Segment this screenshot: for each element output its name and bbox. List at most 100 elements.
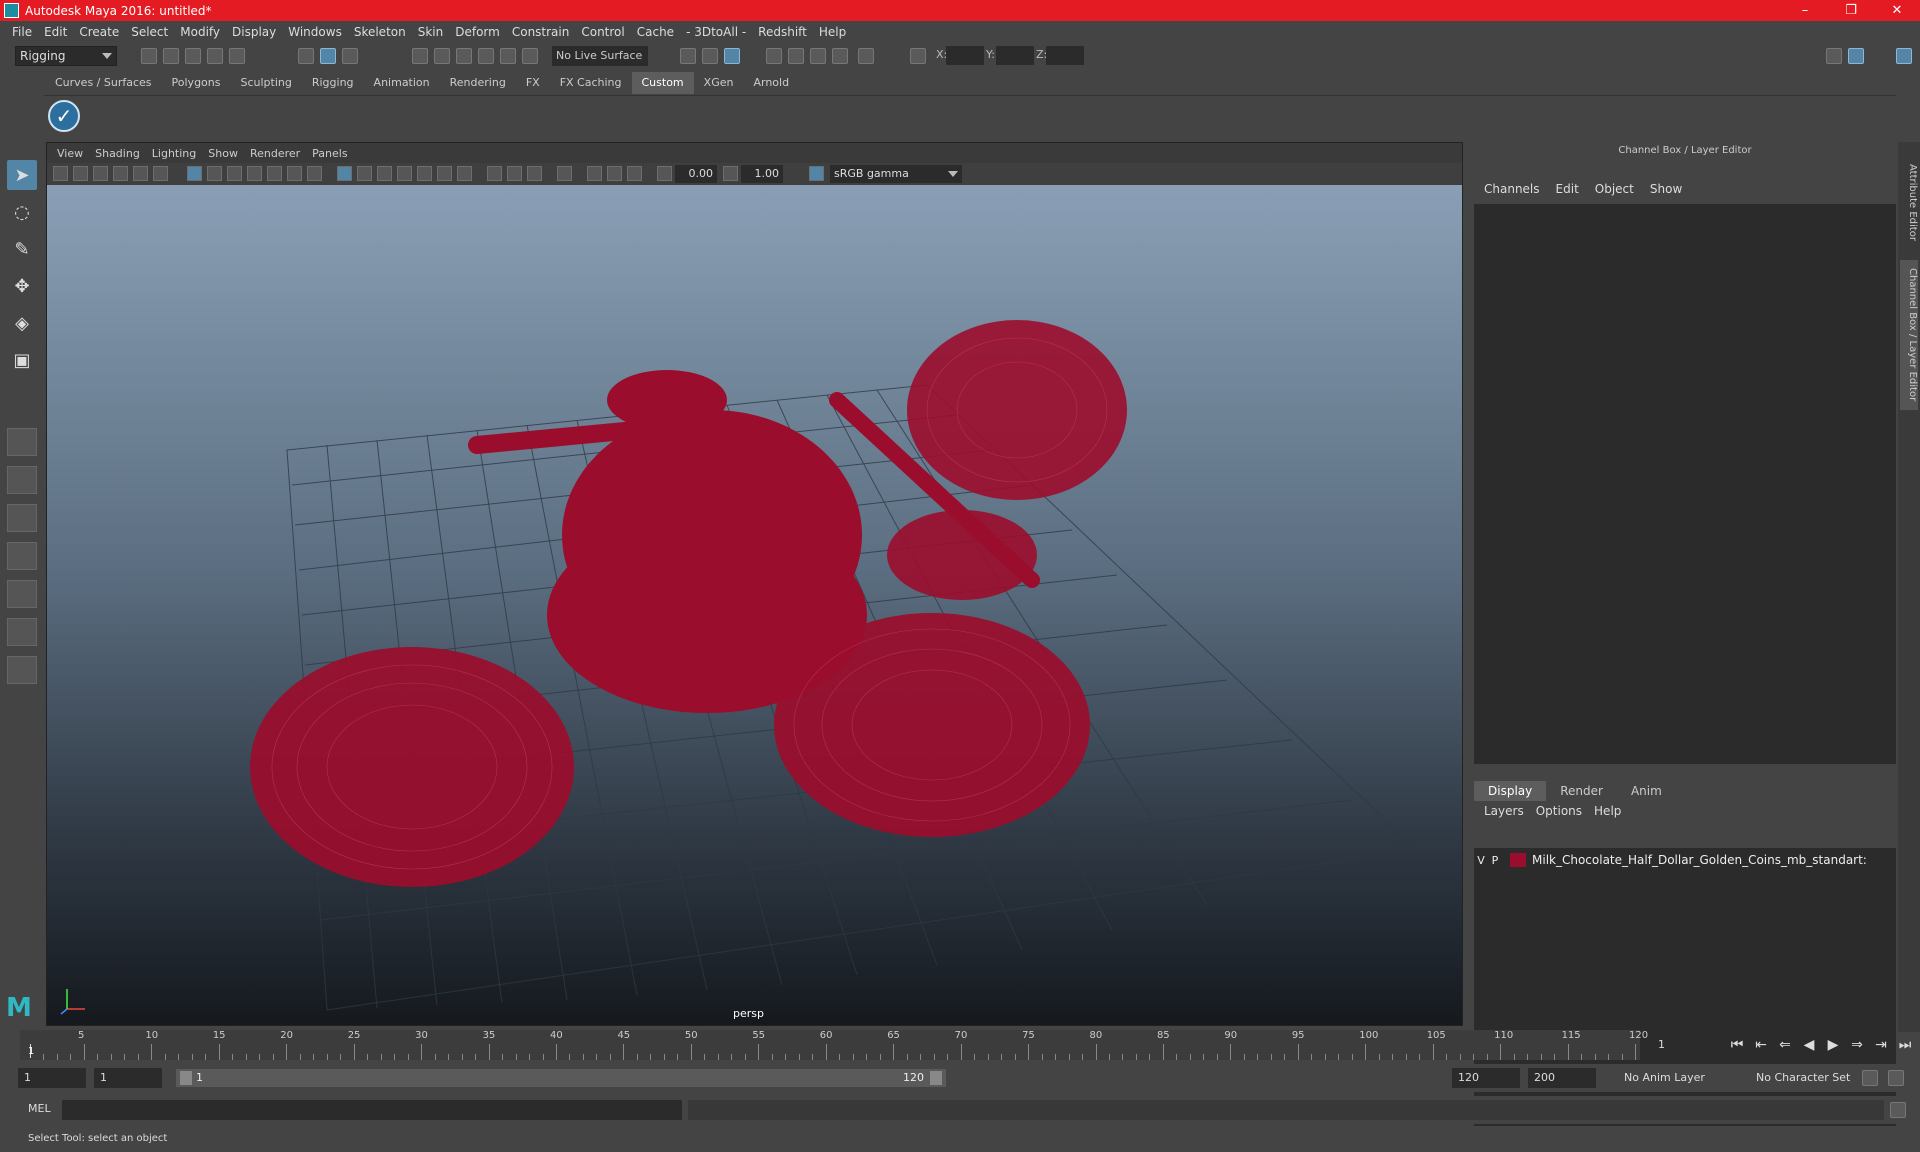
menu-help[interactable]: Help — [813, 25, 852, 39]
shelf-tab-xgen[interactable]: XGen — [694, 72, 744, 94]
layer-tab-display[interactable]: Display — [1474, 781, 1547, 801]
safe-action-icon[interactable] — [287, 166, 302, 181]
paint-select-tool-icon[interactable]: ✎ — [7, 234, 37, 264]
four-view-layout-icon[interactable] — [7, 466, 37, 494]
move-tool-icon[interactable]: ✥ — [7, 271, 37, 301]
select-object-icon[interactable] — [320, 48, 336, 64]
exposure-icon[interactable] — [657, 166, 672, 181]
shelf-tab-animation[interactable]: Animation — [364, 72, 440, 94]
menu-control[interactable]: Control — [575, 25, 630, 39]
snap-curve-icon[interactable] — [434, 48, 450, 64]
select-hierarchy-icon[interactable] — [298, 48, 314, 64]
layer-row[interactable]: V P Milk_Chocolate_Half_Dollar_Golden_Co… — [1474, 850, 1896, 870]
auto-key-icon[interactable] — [1862, 1070, 1878, 1086]
shelf-tab-arnold[interactable]: Arnold — [743, 72, 799, 94]
shadows-icon[interactable] — [457, 166, 472, 181]
script-language-toggle[interactable]: MEL — [28, 1102, 51, 1115]
safe-title-icon[interactable] — [307, 166, 322, 181]
menu-display[interactable]: Display — [226, 25, 282, 39]
wireframe-icon[interactable] — [337, 166, 352, 181]
layer-visibility-toggle[interactable]: V — [1474, 854, 1488, 867]
restore-button[interactable]: ❐ — [1828, 0, 1874, 21]
layer-tab-render[interactable]: Render — [1546, 781, 1617, 801]
animation-start-field[interactable]: 1 — [18, 1068, 86, 1088]
rotate-tool-icon[interactable]: ◈ — [7, 308, 37, 338]
live-surface-field[interactable]: No Live Surface — [552, 46, 648, 66]
current-frame-field[interactable]: 1 — [1652, 1036, 1720, 1054]
script-editor-icon[interactable] — [1890, 1102, 1906, 1118]
layer-tab-anim[interactable]: Anim — [1617, 781, 1676, 801]
shelf-tab-fx-caching[interactable]: FX Caching — [550, 72, 632, 94]
layer-menu-help[interactable]: Help — [1588, 804, 1627, 818]
render-frame-icon[interactable] — [788, 48, 804, 64]
menu-redshift[interactable]: Redshift — [752, 25, 813, 39]
range-start-handle[interactable] — [180, 1071, 192, 1085]
shelf-tab-fx[interactable]: FX — [516, 72, 550, 94]
go-to-end-icon[interactable]: ⏭ — [1894, 1034, 1916, 1056]
menu-set-select[interactable]: Rigging — [15, 46, 117, 66]
grease-pencil-icon[interactable] — [153, 166, 168, 181]
vp-menu-show[interactable]: Show — [202, 147, 244, 160]
shelf-tab-curves-surfaces[interactable]: Curves / Surfaces — [45, 72, 162, 94]
symmetry-icon[interactable] — [910, 48, 926, 64]
layer-menu-layers[interactable]: Layers — [1478, 804, 1530, 818]
view-transform-select[interactable]: sRGB gamma — [830, 165, 962, 183]
layer-color-swatch[interactable] — [1510, 853, 1526, 867]
playback-start-field[interactable]: 1 — [94, 1068, 162, 1088]
vp-menu-lighting[interactable]: Lighting — [146, 147, 202, 160]
field-chart-icon[interactable] — [267, 166, 282, 181]
textured-icon[interactable] — [417, 166, 432, 181]
minimize-button[interactable]: – — [1782, 0, 1828, 21]
vp-menu-renderer[interactable]: Renderer — [244, 147, 306, 160]
menu-modify[interactable]: Modify — [174, 25, 226, 39]
persp-graph-layout-icon[interactable] — [7, 542, 37, 570]
shelf-tab-sculpting[interactable]: Sculpting — [230, 72, 301, 94]
use-lights-icon[interactable] — [437, 166, 452, 181]
persp-uv-layout-icon[interactable] — [7, 618, 37, 646]
make-live-icon[interactable] — [522, 48, 538, 64]
cb-menu-show[interactable]: Show — [1642, 182, 1690, 196]
select-component-icon[interactable] — [342, 48, 358, 64]
image-plane-icon[interactable] — [113, 166, 128, 181]
anim-layer-select[interactable]: No Anim Layer — [1618, 1068, 1730, 1088]
layer-playback-toggle[interactable]: P — [1488, 854, 1502, 867]
exposure-field[interactable]: 0.00 — [675, 165, 717, 183]
channel-box-body[interactable] — [1474, 204, 1896, 764]
color-management-icon[interactable] — [809, 166, 824, 181]
go-to-start-icon[interactable]: ⏮ — [1726, 1034, 1748, 1056]
2d-pan-zoom-icon[interactable] — [133, 166, 148, 181]
step-back-key-icon[interactable]: ⇐ — [1774, 1034, 1796, 1056]
viewport-canvas[interactable]: persp — [47, 185, 1462, 1025]
cb-menu-edit[interactable]: Edit — [1548, 182, 1587, 196]
menu-file[interactable]: File — [6, 25, 38, 39]
attribute-editor-toggle-icon[interactable] — [1848, 48, 1864, 64]
gate-mask-icon[interactable] — [247, 166, 262, 181]
animation-preferences-icon[interactable] — [1888, 1070, 1904, 1086]
vp-menu-shading[interactable]: Shading — [89, 147, 146, 160]
vp-menu-panels[interactable]: Panels — [306, 147, 353, 160]
new-scene-icon[interactable] — [141, 48, 157, 64]
grid-toggle-icon[interactable] — [187, 166, 202, 181]
play-forwards-icon[interactable]: ▶ — [1822, 1034, 1844, 1056]
input-ops-icon[interactable] — [680, 48, 696, 64]
menu-skin[interactable]: Skin — [412, 25, 450, 39]
y-input[interactable] — [996, 46, 1034, 65]
step-forward-key-icon[interactable]: ⇒ — [1846, 1034, 1868, 1056]
shelf-tab-rigging[interactable]: Rigging — [302, 72, 364, 94]
xray-joints-icon[interactable] — [607, 166, 622, 181]
modeling-toolkit-icon[interactable] — [1826, 48, 1842, 64]
shelf-tab-custom[interactable]: Custom — [631, 72, 694, 94]
gamma-icon[interactable] — [723, 166, 738, 181]
menu-create[interactable]: Create — [73, 25, 125, 39]
side-tab-channel-box[interactable]: Channel Box / Layer Editor — [1900, 260, 1918, 410]
menu-edit[interactable]: Edit — [38, 25, 73, 39]
render-view-icon[interactable] — [766, 48, 782, 64]
close-button[interactable]: ✕ — [1874, 0, 1920, 21]
ambient-occlusion-icon[interactable] — [487, 166, 502, 181]
cb-menu-channels[interactable]: Channels — [1476, 182, 1548, 196]
menu-skeleton[interactable]: Skeleton — [348, 25, 412, 39]
select-tool-icon[interactable]: ➤ — [7, 160, 37, 190]
time-slider[interactable]: 1 5 10 15 20 25 30 35 40 45 50 55 60 65 70 75 80 85 90 95 1… — [20, 1030, 1648, 1060]
hypershade-icon[interactable] — [858, 48, 874, 64]
step-back-frame-icon[interactable]: ⇤ — [1750, 1034, 1772, 1056]
